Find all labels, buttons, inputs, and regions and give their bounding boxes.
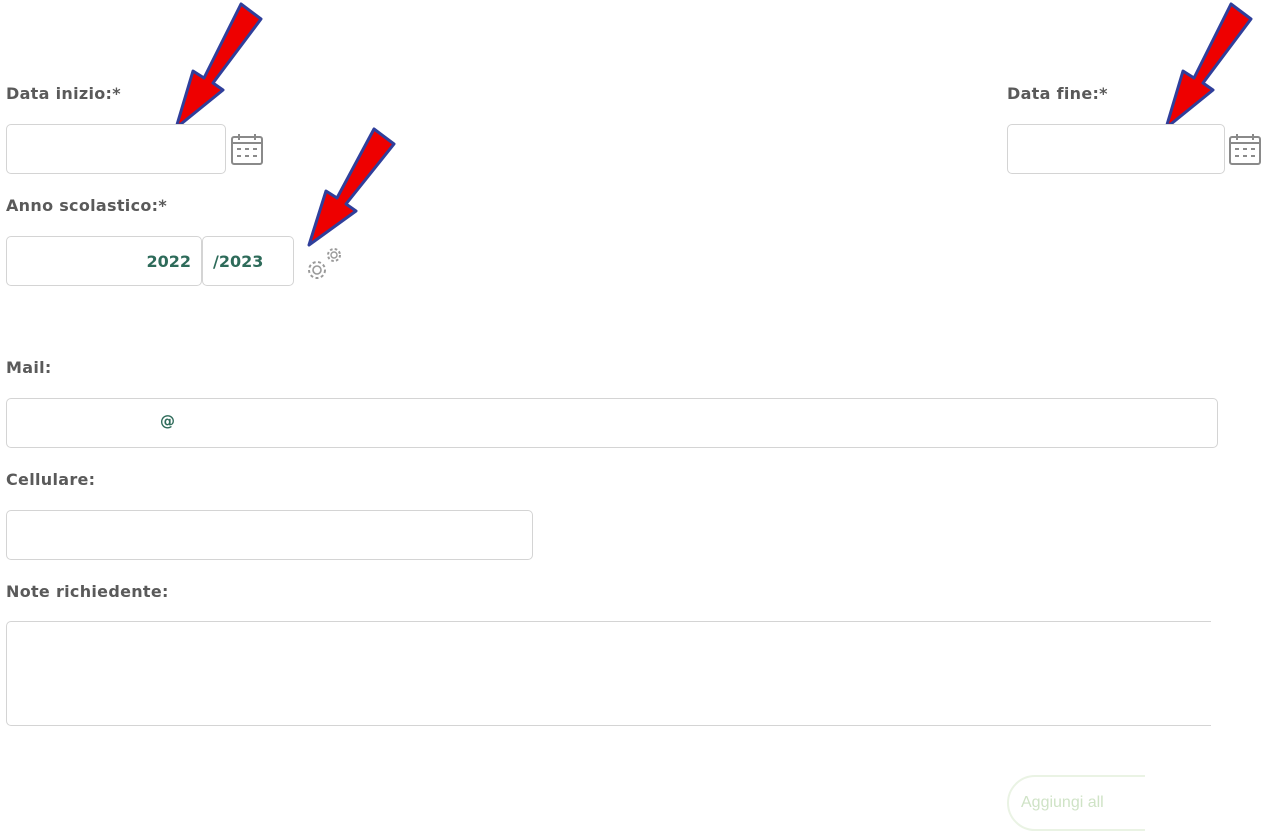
crop-mask: [1145, 760, 1267, 832]
school-year-end-input: [202, 236, 294, 286]
notes-textarea[interactable]: [6, 621, 1246, 726]
end-date-input[interactable]: [1007, 124, 1225, 174]
start-date-input[interactable]: [6, 124, 226, 174]
red-arrow-start-date-icon: [174, 2, 263, 130]
crop-mask-notes: [1211, 615, 1267, 735]
mail-at-sign: @: [160, 412, 175, 430]
mobile-label: Cellulare:: [6, 470, 96, 489]
mail-label: Mail:: [6, 358, 52, 377]
start-date-label: Data inizio:*: [6, 84, 121, 103]
gears-icon[interactable]: [303, 244, 353, 286]
mail-input[interactable]: [6, 398, 1218, 448]
end-date-calendar-icon[interactable]: [1227, 131, 1263, 167]
school-year-label: Anno scolastico:*: [6, 196, 168, 215]
mobile-input[interactable]: [6, 510, 533, 560]
school-year-start-input[interactable]: [6, 236, 202, 286]
end-date-label: Data fine:*: [1007, 84, 1108, 103]
red-arrow-end-date-icon: [1164, 2, 1253, 130]
start-date-calendar-icon[interactable]: [229, 131, 265, 167]
notes-label: Note richiedente:: [6, 582, 169, 601]
red-arrow-settings-icon: [307, 127, 396, 247]
